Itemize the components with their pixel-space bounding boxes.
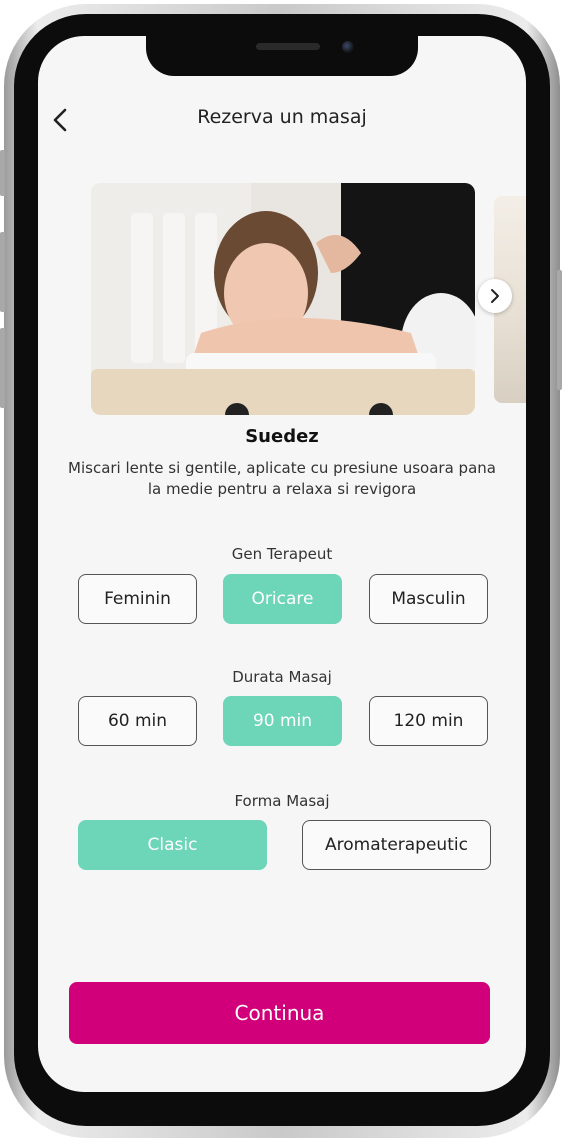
front-camera	[342, 41, 354, 53]
duration-option-90[interactable]: 90 min	[223, 696, 342, 746]
massage-photo	[91, 183, 475, 415]
speaker-grille	[256, 43, 320, 50]
duration-option-60[interactable]: 60 min	[78, 696, 197, 746]
power-button	[557, 270, 562, 390]
header: Rezerva un masaj	[38, 98, 526, 138]
gender-option-masculin[interactable]: Masculin	[369, 574, 488, 624]
duration-label: Durata Masaj	[232, 668, 332, 686]
continue-button[interactable]: Continua	[69, 982, 490, 1044]
duration-option-120[interactable]: 120 min	[369, 696, 488, 746]
chevron-right-icon	[491, 289, 499, 303]
page-title: Rezerva un masaj	[197, 106, 367, 128]
massage-description: Miscari lente si gentile, aplicate cu pr…	[68, 459, 496, 498]
volume-up-button	[0, 232, 5, 312]
gender-option-feminin[interactable]: Feminin	[78, 574, 197, 624]
gender-option-oricare[interactable]: Oricare	[223, 574, 342, 624]
massage-name: Suedez	[245, 426, 319, 447]
app-screen: Rezerva un masaj Suedez Miscari lente si…	[38, 36, 526, 1092]
form-option-clasic[interactable]: Clasic	[78, 820, 267, 870]
notch	[146, 36, 418, 76]
volume-down-button	[0, 328, 5, 408]
form-label: Forma Masaj	[234, 792, 330, 810]
carousel-next-button[interactable]	[478, 279, 512, 313]
therapist-gender-label: Gen Terapeut	[231, 545, 333, 563]
form-option-aromaterapeutic[interactable]: Aromaterapeutic	[302, 820, 491, 870]
silent-switch	[0, 150, 5, 196]
